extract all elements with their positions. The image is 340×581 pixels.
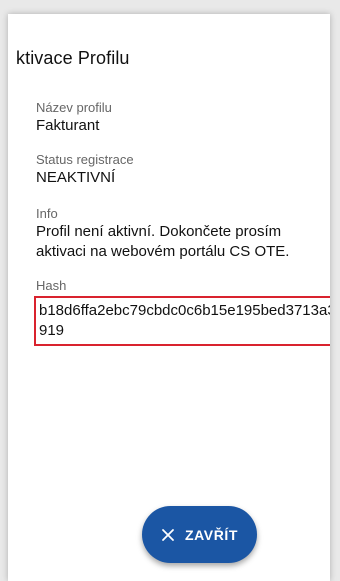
dialog-title: ktivace Profilu [16, 48, 130, 68]
close-button-label: ZAVŘÍT [184, 526, 239, 543]
close-button[interactable]: ZAVŘÍT [142, 506, 257, 563]
field-value: Profil není aktivní. Dokončete prosím ak… [36, 223, 290, 260]
field-value: Fakturant [36, 117, 100, 134]
screen: ktivace Profilu Název profilu Fakturant … [0, 0, 340, 581]
dialog: ktivace Profilu Název profilu Fakturant … [8, 14, 330, 581]
field-label: Status registrace [36, 152, 134, 167]
field-info: Info Profil není aktivní. Dokončete pros… [36, 206, 326, 262]
field-label: Hash [36, 278, 67, 293]
hash-value: b18d6ffa2ebc79cbdc0c6b15e195bed3713a3919 [39, 302, 330, 339]
field-label: Info [36, 206, 58, 221]
field-value: NEAKTIVNÍ [36, 169, 116, 186]
field-hash: Hash [36, 278, 326, 294]
hash-highlight-box: b18d6ffa2ebc79cbdc0c6b15e195bed3713a3919 [34, 296, 330, 346]
field-registration-status: Status registrace NEAKTIVNÍ [36, 152, 326, 187]
field-label: Název profilu [36, 100, 112, 115]
field-profile-name: Název profilu Fakturant [36, 100, 326, 135]
close-icon [162, 528, 174, 541]
